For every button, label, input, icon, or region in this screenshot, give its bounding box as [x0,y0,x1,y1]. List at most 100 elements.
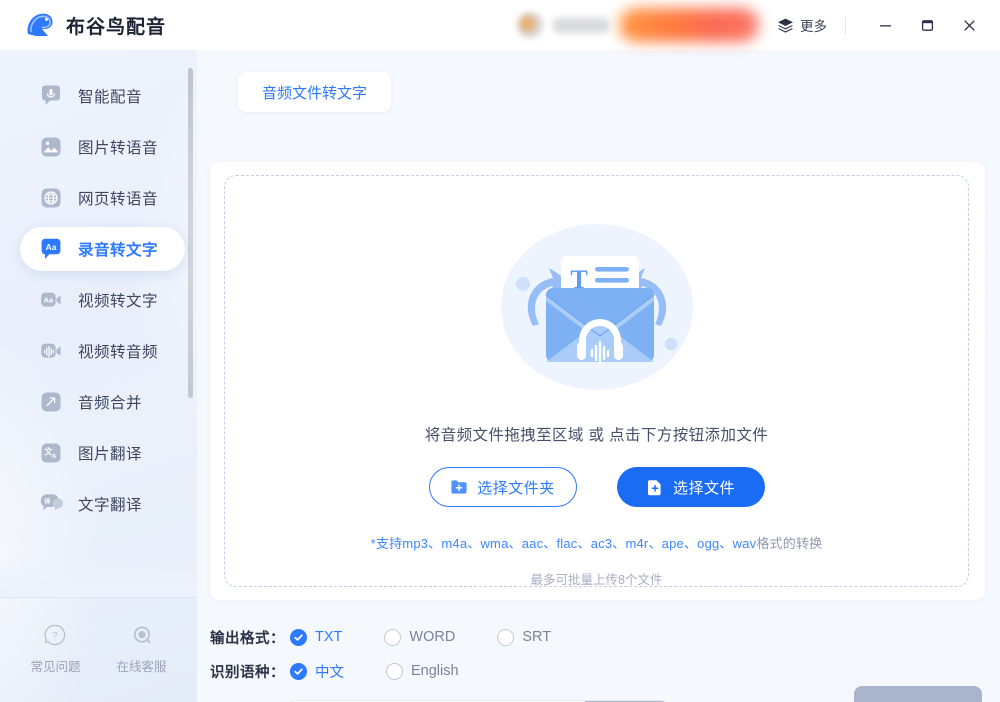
language-row: 识别语种： 中文 English [210,654,985,688]
image-icon [38,134,64,160]
file-plus-icon [647,480,661,496]
sidebar: 智能配音 图片转语音 网页转语音 Aa 录音转文字 Aa 视频转文字 视频转音频… [0,50,197,702]
aa-bubble-icon: Aa [38,236,64,262]
close-button[interactable] [948,8,990,42]
translate-bubble-icon: 译 [38,491,64,517]
mic-bubble-icon [38,83,64,109]
start-convert-button[interactable]: 开始转换 [854,686,982,702]
dropzone[interactable]: T 将音频文件拖拽至区域 或 点击下方按钮添加文件 选择文件夹 选择文件 *支持… [224,175,969,587]
sidebar-nav: 智能配音 图片转语音 网页转语音 Aa 录音转文字 Aa 视频转文字 视频转音频… [0,50,197,526]
sidebar-item-label: 视频转文字 [78,293,159,310]
username-redacted [553,17,609,33]
close-icon [963,19,975,31]
radio-checked-icon [290,628,307,646]
radio-unchecked-icon [386,662,403,680]
sidebar-nav-scroll: 智能配音 图片转语音 网页转语音 Aa 录音转文字 Aa 视频转文字 视频转音频… [0,50,197,547]
bird-logo-icon [27,13,53,36]
audio-to-text-envelope-illustration: T [491,216,703,407]
title-bar: 布谷鸟配音 更多 [0,0,1000,50]
sidebar-item-label: 网页转语音 [78,191,159,208]
svg-text:Aa: Aa [44,296,54,305]
avatar[interactable] [517,12,543,38]
sidebar-item-recording-to-text[interactable]: Aa 录音转文字 [20,227,185,271]
sidebar-item-label: 文字翻译 [78,497,143,514]
sidebar-scroll-fade [0,555,197,597]
sidebar-item-label: 智能配音 [78,89,143,106]
radio-unchecked-icon [497,628,515,646]
sidebar-item-label: 音频合并 [78,395,143,412]
globe-icon [38,185,64,211]
radio-language-chinese[interactable]: 中文 [290,661,344,682]
more-button[interactable]: 更多 [777,15,827,35]
layers-icon [778,18,793,33]
radio-label: SRT [522,629,552,645]
app-title: 布谷鸟配音 [66,16,167,38]
sidebar-footer: ? 常见问题 在线客服 [0,598,197,702]
tab-audio-file-to-text[interactable]: 音频文件转文字 [238,72,392,112]
svg-text:Aa: Aa [46,242,57,252]
minimize-button[interactable] [864,8,906,42]
dropzone-buttons: 选择文件夹 选择文件 [428,467,765,507]
radio-format-srt[interactable]: SRT [497,628,552,646]
more-label: 更多 [800,19,827,34]
radio-label: 中文 [315,664,344,681]
translate-image-icon: 文 A [38,440,64,466]
aa-video-icon: Aa [38,287,64,313]
upload-limit-text: 最多可批量上传8个文件 [530,573,663,587]
sidebar-item-video-to-audio[interactable]: 视频转音频 [20,329,185,373]
select-file-label: 选择文件 [672,479,735,497]
sidebar-item-label: 视频转音频 [78,344,159,361]
radio-format-word[interactable]: WORD [384,628,455,646]
headset-icon [133,626,150,644]
upload-card: T 将音频文件拖拽至区域 或 点击下方按钮添加文件 选择文件夹 选择文件 *支持… [210,162,985,600]
radio-language-english[interactable]: English [386,662,459,680]
faq-label: 常见问题 [30,660,81,674]
brand: 布谷鸟配音 [0,8,200,42]
sidebar-item-label: 图片翻译 [78,446,143,463]
app-window: 布谷鸟配音 更多 智能配音 图片转语音 网页转语音 Aa 录音转文字 Aa 视频… [0,0,1000,702]
maximize-button[interactable] [906,8,948,42]
sidebar-item-text-translate[interactable]: 译 文字翻译 [20,482,185,526]
sidebar-scrollbar-thumb[interactable] [188,68,193,398]
radio-checked-icon [290,662,307,680]
account-area-redacted[interactable] [517,8,759,42]
radio-label: English [411,663,459,679]
sidebar-item-video-to-text[interactable]: Aa 视频转文字 [20,278,185,322]
supported-formats: *支持mp3、m4a、wma、aac、flac、ac3、m4r、ape、ogg、… [371,533,823,552]
sidebar-item-smart-dubbing[interactable]: 智能配音 [20,74,185,118]
wave-video-icon [38,338,64,364]
dropzone-hint: 将音频文件拖拽至区域 或 点击下方按钮添加文件 [424,427,769,444]
select-folder-button[interactable]: 选择文件夹 [428,467,577,507]
output-format-label: 输出格式： [210,630,285,647]
select-file-button[interactable]: 选择文件 [616,467,765,507]
sidebar-item-label: 图片转语音 [78,140,159,157]
promo-banner-redacted[interactable] [619,8,759,42]
tab-bar: 音频文件转文字 [197,50,1000,112]
tab-label: 音频文件转文字 [262,84,368,102]
question-bubble-icon: ? [44,624,66,646]
radio-unchecked-icon [384,628,402,646]
sidebar-item-webpage-to-speech[interactable]: 网页转语音 [20,176,185,220]
sidebar-item-image-to-speech[interactable]: 图片转语音 [20,125,185,169]
sidebar-item-label: 录音转文字 [78,242,159,259]
merge-icon [38,389,64,415]
online-support-button[interactable]: 在线客服 [117,622,167,675]
sidebar-item-image-translate[interactable]: 文 A 图片翻译 [20,431,185,475]
radio-label: TXT [315,629,343,645]
sidebar-item-audio-merge[interactable]: 音频合并 [20,380,185,424]
online-support-label: 在线客服 [116,660,167,674]
window-controls [864,8,1000,42]
main-content: 音频文件转文字 T 将音频文件拖拽至区域 或 点击下方按钮添加文件 选择文件夹 … [197,50,1000,702]
minimize-icon [879,24,891,26]
titlebar-divider [845,16,846,34]
output-format-row: 输出格式： TXT WORD SRT [210,620,985,654]
folder-plus-icon [451,480,467,494]
radio-format-txt[interactable]: TXT [290,628,343,646]
maximize-icon [921,19,933,31]
supported-formats-text: *支持mp3、m4a、wma、aac、flac、ac3、m4r、ape、ogg、… [370,536,757,551]
supported-formats-suffix: 格式的转换 [756,536,823,551]
sidebar-scrollbar[interactable] [188,68,193,538]
svg-text:A: A [52,453,57,460]
select-folder-label: 选择文件夹 [477,479,555,497]
faq-button[interactable]: ? 常见问题 [30,622,81,675]
